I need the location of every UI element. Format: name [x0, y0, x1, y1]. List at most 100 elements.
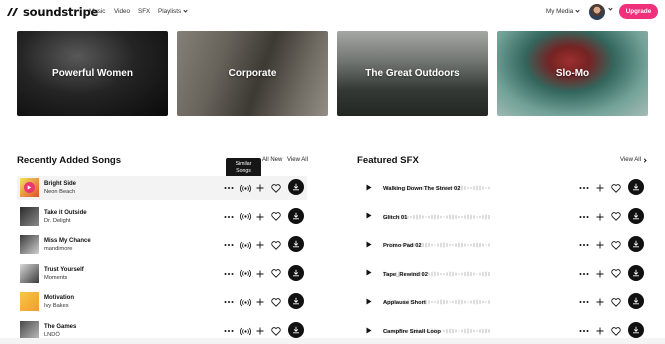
sfx-view-all-link[interactable]: View All [620, 157, 647, 163]
download-icon[interactable] [628, 293, 644, 310]
plus-icon[interactable] [593, 324, 607, 338]
more-icon[interactable] [577, 238, 591, 252]
song-title[interactable]: Miss My Chance [44, 238, 91, 244]
song-row[interactable]: Miss My Chance mandimore [17, 233, 307, 257]
waveform[interactable] [383, 207, 493, 220]
waveform[interactable] [383, 292, 493, 305]
my-media-menu[interactable]: My Media [546, 8, 580, 15]
download-icon[interactable] [288, 179, 304, 195]
sfx-row[interactable]: Applause Short [357, 290, 647, 314]
download-icon[interactable] [288, 264, 304, 281]
download-icon[interactable] [288, 293, 304, 310]
heart-icon[interactable] [269, 238, 283, 252]
play-icon[interactable] [363, 210, 375, 222]
song-row[interactable]: Take it Outside Dr. Delight [17, 205, 307, 229]
heart-icon[interactable] [609, 295, 623, 309]
song-row[interactable]: Trust Yourself Moments [17, 262, 307, 286]
heart-icon[interactable] [609, 210, 623, 224]
play-icon[interactable] [363, 267, 375, 279]
play-icon[interactable] [363, 238, 375, 250]
banner-powerful-women[interactable]: Powerful Women [17, 31, 168, 116]
heart-icon[interactable] [609, 267, 623, 281]
song-artwork[interactable] [20, 263, 39, 283]
more-icon[interactable] [577, 295, 591, 309]
plus-icon[interactable] [593, 210, 607, 224]
brand-logo[interactable]: soundstripe [6, 5, 98, 19]
plus-icon[interactable] [593, 238, 607, 252]
heart-icon[interactable] [609, 324, 623, 338]
play-icon[interactable] [24, 182, 35, 193]
song-artist[interactable]: Moments [44, 275, 67, 281]
sfx-row[interactable]: Glitch 01 [357, 205, 647, 229]
all-new-link[interactable]: All New [262, 157, 282, 163]
waveform[interactable] [383, 235, 493, 248]
plus-icon[interactable] [253, 295, 267, 309]
heart-icon[interactable] [269, 267, 283, 281]
song-row[interactable]: Motivation Ivy Bakes [17, 290, 307, 314]
song-artwork[interactable] [20, 292, 39, 312]
plus-icon[interactable] [253, 324, 267, 338]
more-icon[interactable] [222, 238, 236, 252]
download-icon[interactable] [628, 179, 644, 195]
heart-icon[interactable] [609, 181, 623, 195]
plus-icon[interactable] [253, 238, 267, 252]
more-icon[interactable] [577, 181, 591, 195]
plus-icon[interactable] [253, 181, 267, 195]
banner-corporate[interactable]: Corporate [177, 31, 328, 116]
download-icon[interactable] [288, 207, 304, 224]
more-icon[interactable] [222, 210, 236, 224]
heart-icon[interactable] [609, 238, 623, 252]
avatar[interactable] [589, 4, 605, 20]
more-icon[interactable] [222, 267, 236, 281]
song-title[interactable]: Bright Side [44, 181, 76, 187]
sfx-row[interactable]: Promo Pad 02 [357, 233, 647, 257]
similar-songs-icon[interactable] [238, 238, 252, 252]
play-icon[interactable] [363, 181, 375, 193]
similar-songs-icon[interactable] [238, 181, 252, 195]
plus-icon[interactable] [593, 181, 607, 195]
sfx-title[interactable]: Glitch 01 [383, 215, 407, 221]
play-icon[interactable] [363, 295, 375, 307]
banner-great-outdoors[interactable]: The Great Outdoors [337, 31, 488, 116]
plus-icon[interactable] [253, 267, 267, 281]
more-icon[interactable] [577, 324, 591, 338]
sfx-title[interactable]: Promo Pad 02 [383, 243, 422, 249]
nav-sfx[interactable]: SFX [138, 8, 150, 15]
heart-icon[interactable] [269, 324, 283, 338]
song-artist[interactable]: Neon Beach [44, 189, 75, 195]
sfx-title[interactable]: Walking Down The Street 02 [383, 186, 460, 192]
plus-icon[interactable] [593, 295, 607, 309]
song-artwork[interactable] [20, 178, 39, 197]
similar-songs-icon[interactable] [238, 295, 252, 309]
similar-songs-icon[interactable] [238, 210, 252, 224]
download-icon[interactable] [628, 264, 644, 281]
waveform[interactable] [383, 321, 493, 334]
play-icon[interactable] [363, 324, 375, 336]
song-row[interactable]: Bright Side Neon Beach [17, 176, 307, 200]
nav-music[interactable]: Music [89, 8, 105, 15]
song-title[interactable]: Motivation [44, 295, 74, 301]
song-title[interactable]: Take it Outside [44, 210, 87, 216]
waveform[interactable] [383, 178, 493, 191]
song-title[interactable]: The Games [44, 324, 76, 330]
song-title[interactable]: Trust Yourself [44, 267, 84, 273]
sfx-title[interactable]: Tape_Rewind 02 [383, 272, 428, 278]
more-icon[interactable] [577, 210, 591, 224]
more-icon[interactable] [222, 295, 236, 309]
download-icon[interactable] [628, 236, 644, 253]
more-icon[interactable] [222, 181, 236, 195]
similar-songs-icon[interactable] [238, 324, 252, 338]
sfx-row[interactable]: Walking Down The Street 02 [357, 176, 647, 200]
download-icon[interactable] [288, 236, 304, 253]
sfx-title[interactable]: Applause Short [383, 300, 426, 306]
plus-icon[interactable] [253, 210, 267, 224]
sfx-title[interactable]: Campfire Small Loop [383, 329, 441, 335]
song-artist[interactable]: mandimore [44, 246, 72, 252]
heart-icon[interactable] [269, 295, 283, 309]
more-icon[interactable] [222, 324, 236, 338]
more-icon[interactable] [577, 267, 591, 281]
download-icon[interactable] [628, 322, 644, 338]
nav-playlists[interactable]: Playlists [158, 8, 188, 15]
song-artist[interactable]: Ivy Bakes [44, 303, 69, 309]
plus-icon[interactable] [593, 267, 607, 281]
